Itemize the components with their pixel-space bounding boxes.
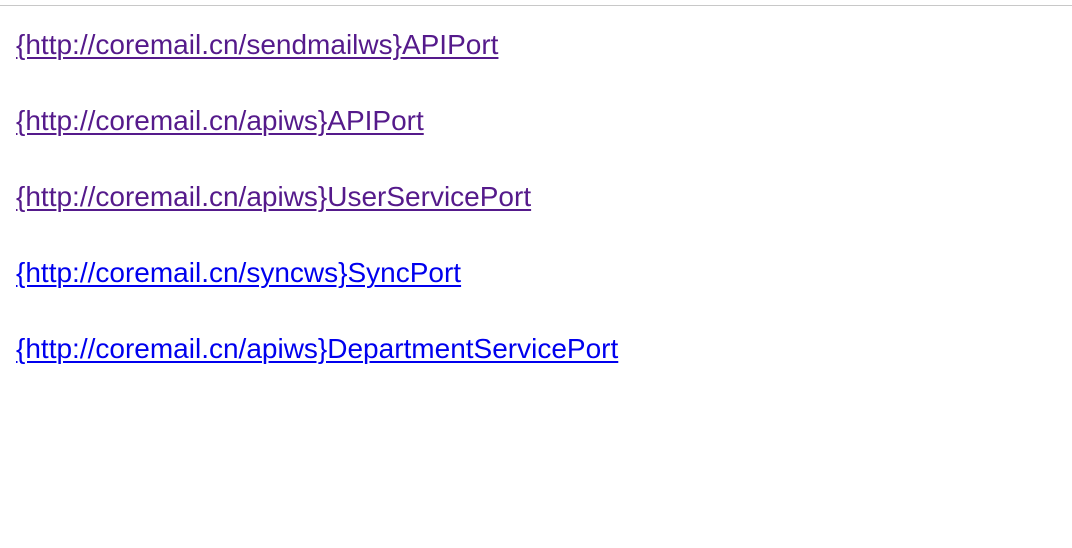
list-item: {http://coremail.cn/apiws}APIPort	[16, 102, 618, 178]
syncws-syncport-link[interactable]: {http://coremail.cn/syncws}SyncPort	[16, 257, 461, 288]
port-link-list: {http://coremail.cn/sendmailws}APIPort {…	[16, 26, 618, 406]
list-item: {http://coremail.cn/syncws}SyncPort	[16, 254, 618, 330]
list-item: {http://coremail.cn/apiws}UserServicePor…	[16, 178, 618, 254]
sendmailws-apiport-link[interactable]: {http://coremail.cn/sendmailws}APIPort	[16, 29, 498, 60]
apiws-departmentserviceport-link[interactable]: {http://coremail.cn/apiws}DepartmentServ…	[16, 333, 618, 364]
apiws-userserviceport-link[interactable]: {http://coremail.cn/apiws}UserServicePor…	[16, 181, 531, 212]
list-item: {http://coremail.cn/sendmailws}APIPort	[16, 26, 618, 102]
top-divider	[0, 5, 1072, 6]
apiws-apiport-link[interactable]: {http://coremail.cn/apiws}APIPort	[16, 105, 424, 136]
list-item: {http://coremail.cn/apiws}DepartmentServ…	[16, 330, 618, 406]
